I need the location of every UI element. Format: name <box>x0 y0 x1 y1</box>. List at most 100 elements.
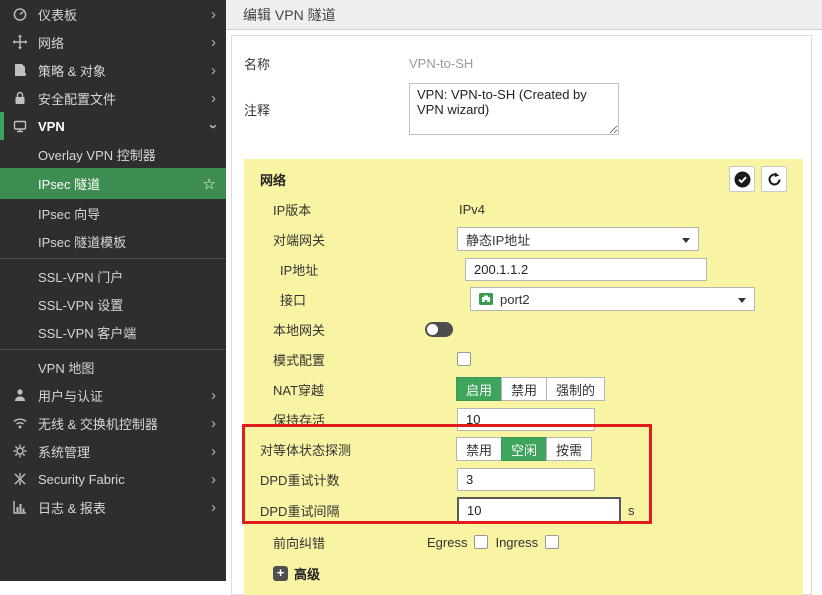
dpd-retry-interval-input[interactable] <box>457 497 621 524</box>
dpd-disable-button[interactable]: 禁用 <box>456 437 502 461</box>
bar-chart-icon <box>12 499 38 515</box>
ip-address-input[interactable] <box>465 258 707 281</box>
sidebar-item-label: 日志 & 报表 <box>38 498 106 517</box>
dpd-on-demand-button[interactable]: 按需 <box>546 437 592 461</box>
fec-ingress-checkbox[interactable] <box>545 535 559 549</box>
nat-traversal-row: NAT穿越 启用 禁用 强制的 <box>260 377 787 401</box>
ip-version-row: IP版本 IPv4 <box>260 197 787 221</box>
move-icon <box>12 34 38 50</box>
page-title: 编辑 VPN 隧道 <box>226 0 822 30</box>
mode-config-checkbox[interactable] <box>457 352 471 366</box>
chevron-right-icon: › <box>211 7 216 22</box>
sidebar-item-dashboard[interactable]: 仪表板 › <box>0 0 226 28</box>
dropdown-arrow-icon <box>682 238 690 243</box>
chevron-right-icon: › <box>211 35 216 50</box>
chevron-right-icon: › <box>211 444 216 459</box>
lock-icon <box>12 90 38 106</box>
keepalive-label: 保持存活 <box>260 410 457 429</box>
sidebar-divider <box>0 258 226 259</box>
fec-options: Egress Ingress <box>427 535 559 550</box>
forward-error-correction-row: 前向纠错 Egress Ingress <box>260 530 787 554</box>
local-gateway-row: 本地网关 <box>260 317 787 341</box>
sidebar-item-network[interactable]: 网络 › <box>0 28 226 56</box>
dpd-retry-count-row: DPD重试计数 <box>260 467 787 491</box>
fec-egress-label: Egress <box>427 535 467 550</box>
edit-vpn-tunnel-form: 名称 VPN-to-SH 注释 VPN: VPN-to-SH (Created … <box>231 35 812 595</box>
sidebar-item-sslvpn-settings[interactable]: SSL-VPN 设置 <box>0 290 226 318</box>
policy-icon <box>12 62 38 78</box>
nat-traversal-label: NAT穿越 <box>260 380 457 399</box>
sidebar-item-ipsec-tunnel-templates[interactable]: IPsec 隧道模板 <box>0 227 226 255</box>
sidebar: 仪表板 › 网络 › 策略 & 对象 › 安全配置文件 › VPN › Over… <box>0 0 226 581</box>
interface-selected-value: port2 <box>500 292 530 307</box>
mode-config-row: 模式配置 <box>260 347 787 371</box>
undo-icon <box>766 171 783 188</box>
main-content: 编辑 VPN 隧道 名称 VPN-to-SH 注释 VPN: VPN-to-SH… <box>226 0 822 581</box>
mode-config-label: 模式配置 <box>260 350 457 369</box>
nat-traversal-segmented-control: 启用 禁用 强制的 <box>457 377 605 401</box>
security-fabric-icon <box>12 471 38 487</box>
sidebar-item-user-authentication[interactable]: 用户与认证 › <box>0 381 226 409</box>
sidebar-item-label: 安全配置文件 <box>38 89 116 108</box>
sidebar-item-security-fabric[interactable]: Security Fabric › <box>0 465 226 493</box>
sidebar-item-label: 网络 <box>38 33 64 52</box>
star-icon[interactable]: ☆ <box>203 175 216 193</box>
fec-egress-checkbox[interactable] <box>474 535 488 549</box>
chevron-right-icon: › <box>211 472 216 487</box>
sidebar-item-vpn[interactable]: VPN › <box>0 112 226 140</box>
network-section-header: 网络 <box>260 167 787 191</box>
remote-gateway-label: 对端网关 <box>260 230 457 249</box>
sidebar-item-label: IPsec 向导 <box>38 204 100 223</box>
nat-enable-button[interactable]: 启用 <box>456 377 502 401</box>
sidebar-item-sslvpn-clients[interactable]: SSL-VPN 客户端 <box>0 318 226 346</box>
dpd-retry-interval-label: DPD重试间隔 <box>260 501 457 520</box>
sidebar-item-security-profiles[interactable]: 安全配置文件 › <box>0 84 226 112</box>
keepalive-input[interactable] <box>457 408 595 431</box>
keepalive-row: 保持存活 <box>260 407 787 431</box>
dpd-retry-count-input[interactable] <box>457 468 595 491</box>
wifi-icon <box>12 415 38 431</box>
remote-gateway-selected-value: 静态IP地址 <box>466 230 530 249</box>
interface-select[interactable]: port2 <box>470 287 755 311</box>
sidebar-item-vpn-map[interactable]: VPN 地图 <box>0 353 226 381</box>
nat-disable-button[interactable]: 禁用 <box>501 377 547 401</box>
chevron-right-icon: › <box>211 388 216 403</box>
sidebar-item-label: Overlay VPN 控制器 <box>38 145 156 164</box>
sidebar-item-ipsec-wizard[interactable]: IPsec 向导 <box>0 199 226 227</box>
advanced-row: + 高级 <box>260 564 787 583</box>
sidebar-item-ipsec-tunnels[interactable]: IPsec 隧道 ☆ <box>0 168 226 199</box>
dashboard-icon <box>12 6 38 22</box>
sidebar-item-label: 系统管理 <box>38 442 90 461</box>
section-actions <box>729 166 787 192</box>
remote-gateway-row: 对端网关 静态IP地址 <box>260 227 787 251</box>
comments-textarea[interactable]: VPN: VPN-to-SH (Created by VPN wizard) <box>409 83 619 135</box>
sidebar-item-wifi-switch-controller[interactable]: 无线 & 交换机控制器 › <box>0 409 226 437</box>
sidebar-item-sslvpn-portals[interactable]: SSL-VPN 门户 <box>0 262 226 290</box>
network-section: 网络 IP版本 IPv4 对端网关 静态IP地址 <box>244 159 803 595</box>
dpd-retry-interval-row: DPD重试间隔 s <box>260 497 787 524</box>
sidebar-item-label: SSL-VPN 设置 <box>38 295 123 314</box>
revert-section-button[interactable] <box>761 166 787 192</box>
dpd-on-idle-button[interactable]: 空闲 <box>501 437 547 461</box>
interface-row: 接口 port2 <box>260 287 787 311</box>
nat-forced-button[interactable]: 强制的 <box>546 377 605 401</box>
ip-address-row: IP地址 <box>260 257 787 281</box>
sidebar-item-log-report[interactable]: 日志 & 报表 › <box>0 493 226 521</box>
sidebar-item-label: IPsec 隧道 <box>38 174 100 193</box>
sidebar-item-system[interactable]: 系统管理 › <box>0 437 226 465</box>
chevron-down-icon: › <box>206 124 221 129</box>
expand-plus-icon[interactable]: + <box>273 566 288 581</box>
sidebar-item-overlay-vpn-controller[interactable]: Overlay VPN 控制器 <box>0 140 226 168</box>
sidebar-item-label: 策略 & 对象 <box>38 61 106 80</box>
sidebar-item-policy-objects[interactable]: 策略 & 对象 › <box>0 56 226 84</box>
confirm-section-button[interactable] <box>729 166 755 192</box>
advanced-toggle-label[interactable]: 高级 <box>294 564 320 583</box>
local-gateway-toggle[interactable] <box>425 322 453 337</box>
name-label: 名称 <box>244 54 409 73</box>
sidebar-item-label: VPN 地图 <box>38 358 94 377</box>
ip-version-value: IPv4 <box>457 202 485 217</box>
remote-gateway-select[interactable]: 静态IP地址 <box>457 227 699 251</box>
ip-address-label: IP地址 <box>260 260 457 279</box>
seconds-unit-label: s <box>628 503 635 518</box>
dead-peer-detection-row: 对等体状态探测 禁用 空闲 按需 <box>260 437 787 461</box>
